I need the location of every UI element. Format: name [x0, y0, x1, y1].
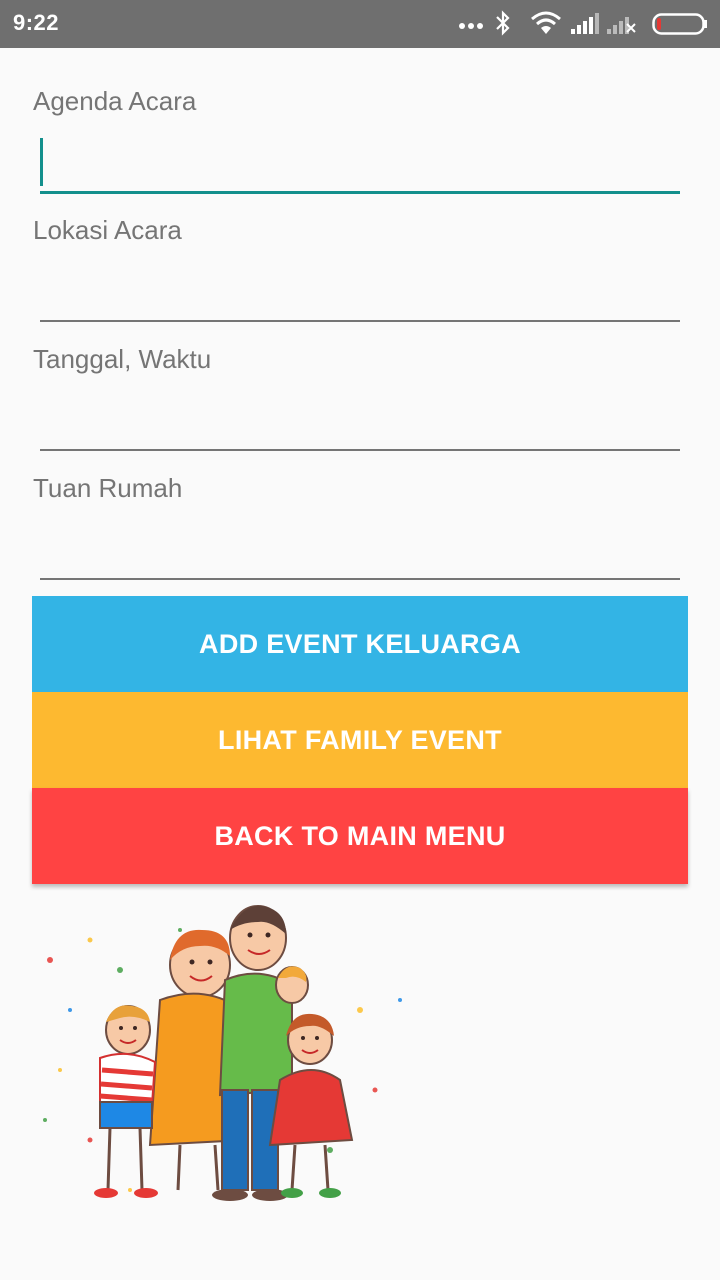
bluetooth-icon	[496, 10, 510, 36]
agenda-input[interactable]	[40, 142, 680, 194]
tanggal-label: Tanggal, Waktu	[33, 344, 212, 374]
status-bar: 9:22	[0, 0, 720, 48]
tuan-rumah-label: Tuan Rumah	[33, 473, 183, 503]
back-to-main-menu-button[interactable]: BACK TO MAIN MENU	[32, 788, 688, 884]
family-illustration	[43, 905, 402, 1201]
agenda-label: Agenda Acara	[33, 86, 197, 116]
lokasi-label: Lokasi Acara	[33, 215, 182, 245]
signal-no-service-icon	[607, 17, 636, 34]
tanggal-input[interactable]	[40, 399, 680, 451]
lokasi-input[interactable]	[40, 270, 680, 322]
text-cursor	[40, 138, 43, 186]
tuan-rumah-input[interactable]	[40, 528, 680, 580]
view-events-button[interactable]: LIHAT FAMILY EVENT	[32, 692, 688, 788]
signal-icon	[571, 13, 599, 34]
battery-icon	[652, 13, 707, 35]
wifi-icon	[531, 11, 561, 34]
more-dots-icon	[459, 23, 483, 29]
add-event-button[interactable]: ADD EVENT KELUARGA	[32, 596, 688, 692]
status-time: 9:22	[13, 10, 60, 35]
